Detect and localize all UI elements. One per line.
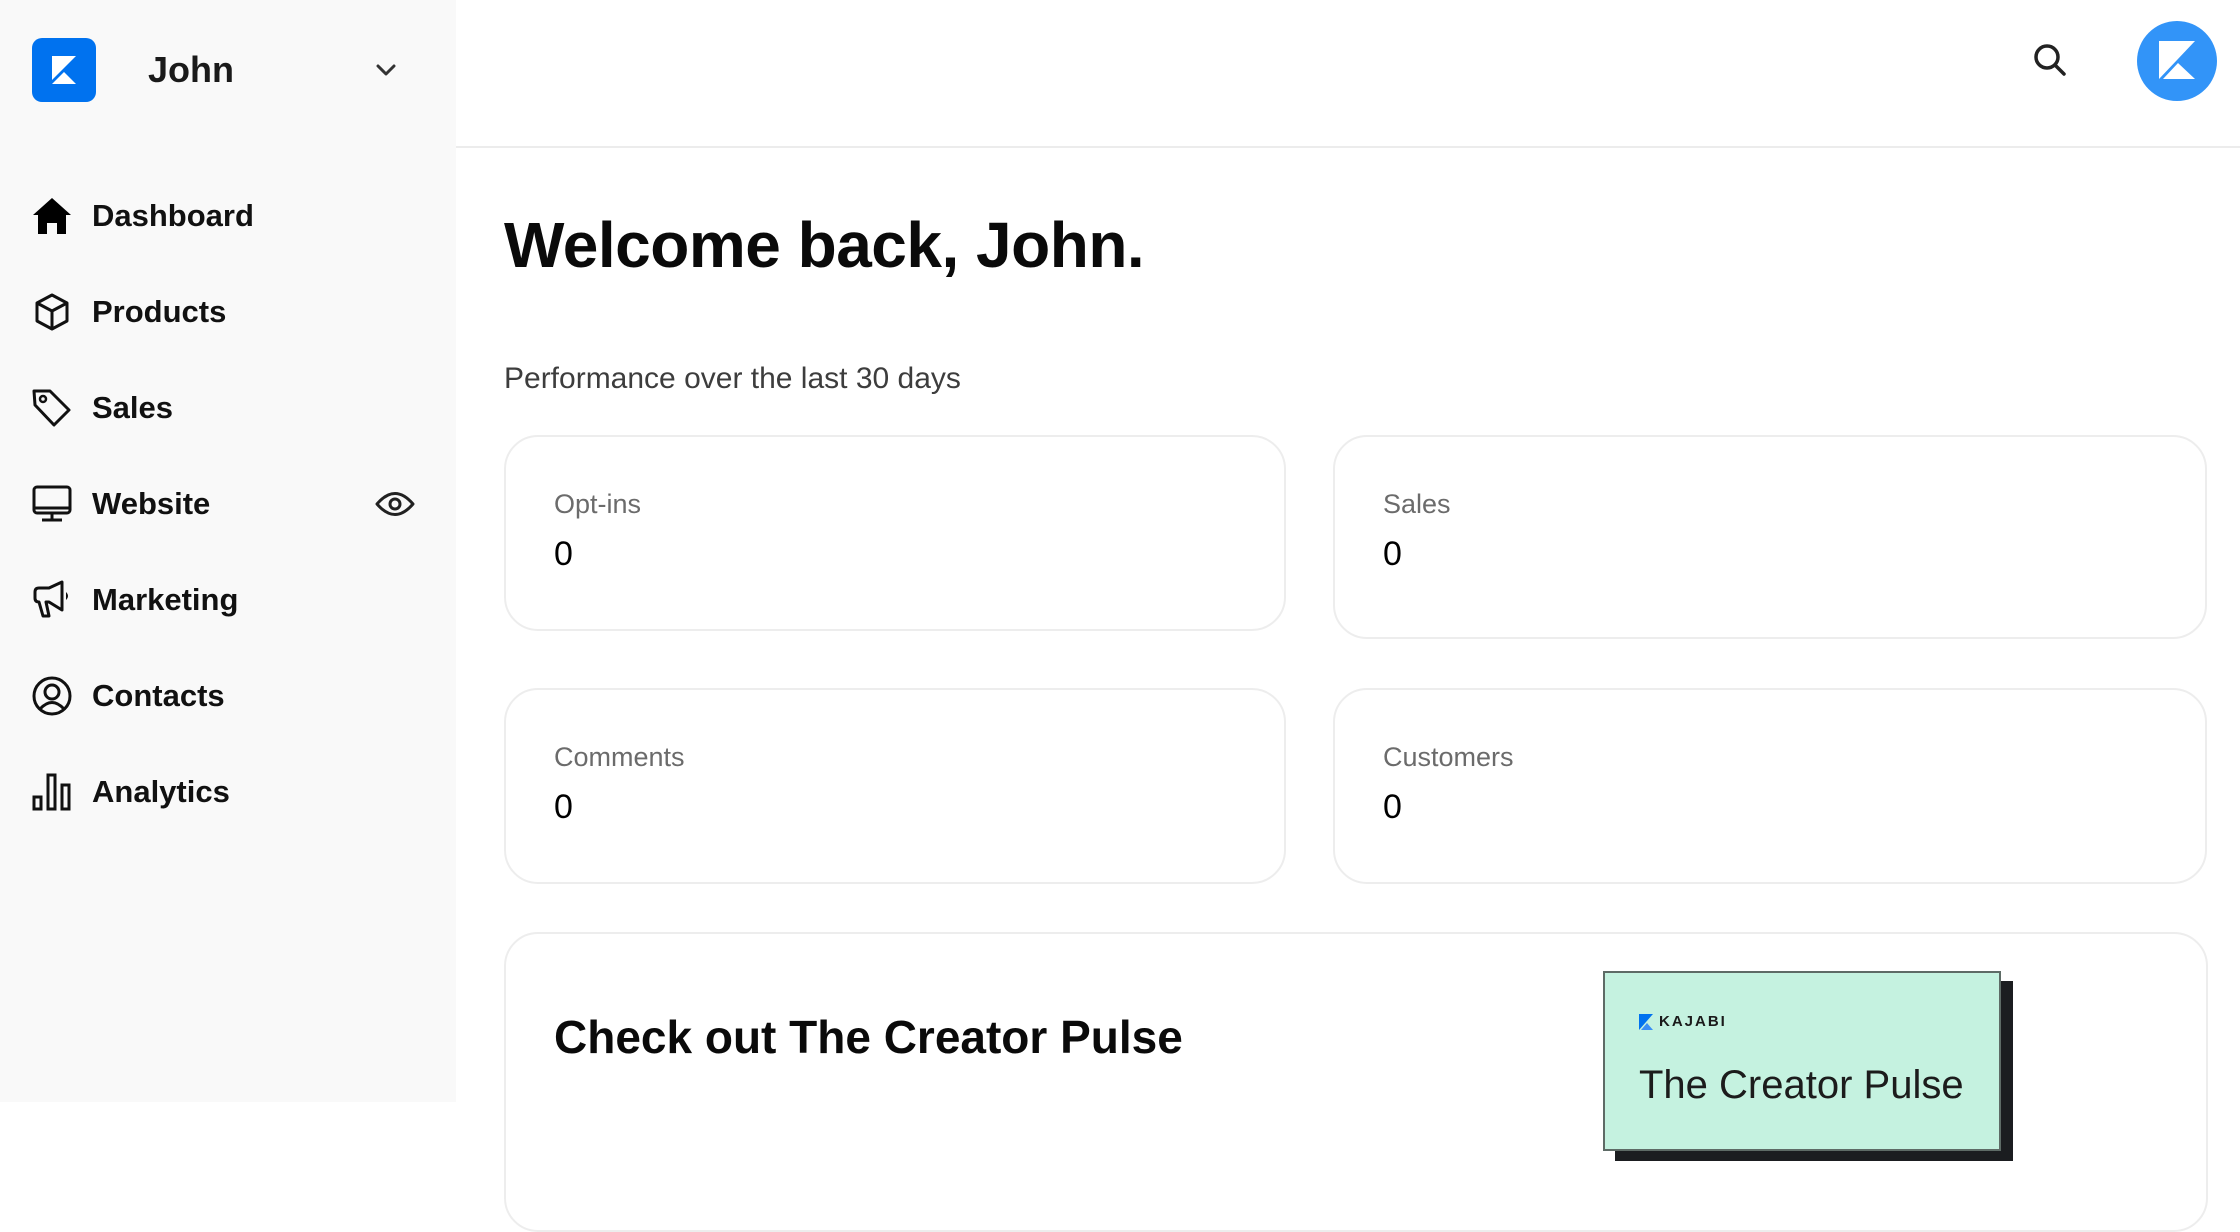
sidebar-item-label: Website <box>92 486 211 521</box>
metric-value: 0 <box>1383 788 1402 826</box>
creator-pulse-card[interactable]: Check out The Creator Pulse KAJABI The C… <box>504 932 2208 1232</box>
sidebar-item-label: Dashboard <box>92 198 254 233</box>
metric-value: 0 <box>554 535 573 573</box>
sidebar-nav: Dashboard Products Sales Website Marketi… <box>0 180 456 840</box>
tag-icon <box>32 388 72 428</box>
promo-thumbnail[interactable]: KAJABI The Creator Pulse <box>1603 971 2013 1161</box>
account-switcher[interactable]: John <box>32 38 432 102</box>
metric-label: Comments <box>554 742 685 772</box>
sidebar-item-sales[interactable]: Sales <box>0 360 456 456</box>
sidebar-item-analytics[interactable]: Analytics <box>0 744 456 840</box>
kajabi-logo-icon <box>32 38 96 102</box>
search-icon[interactable] <box>2030 40 2070 80</box>
performance-subtitle: Performance over the last 30 days <box>504 362 961 395</box>
metric-card-opt-ins[interactable]: Opt-ins 0 <box>504 435 1286 631</box>
kajabi-wordmark: KAJABI <box>1659 1013 1727 1030</box>
sidebar-item-contacts[interactable]: Contacts <box>0 648 456 744</box>
page-title: Welcome back, John. <box>504 209 1145 281</box>
kajabi-logo-icon <box>1639 1013 1653 1030</box>
metric-label: Opt-ins <box>554 489 642 519</box>
sidebar-item-products[interactable]: Products <box>0 264 456 360</box>
sidebar-item-label: Products <box>92 294 227 329</box>
sidebar-item-website[interactable]: Website <box>0 456 456 552</box>
metric-card-sales[interactable]: Sales 0 <box>1333 435 2207 639</box>
user-circle-icon <box>32 676 72 716</box>
top-bar <box>456 0 2240 148</box>
account-name: John <box>148 49 234 90</box>
sidebar-item-label: Sales <box>92 390 174 425</box>
chevron-down-icon[interactable] <box>372 56 400 84</box>
avatar[interactable] <box>2137 21 2217 101</box>
home-icon <box>32 196 72 236</box>
sidebar-item-label: Contacts <box>92 678 225 713</box>
metric-label: Sales <box>1383 489 1451 519</box>
kajabi-logo-icon <box>2159 41 2195 79</box>
metric-label: Customers <box>1383 742 1514 772</box>
sidebar-item-label: Marketing <box>92 582 239 617</box>
metric-value: 0 <box>1383 535 1402 573</box>
kajabi-brand-mark: KAJABI <box>1639 1013 1727 1030</box>
sidebar-item-dashboard[interactable]: Dashboard <box>0 168 456 264</box>
box-icon <box>32 292 72 332</box>
thumbnail-face: KAJABI The Creator Pulse <box>1603 971 2001 1151</box>
promo-title: Check out The Creator Pulse <box>554 1011 1183 1063</box>
main-content: Welcome back, John. Performance over the… <box>456 148 2240 1232</box>
eye-icon[interactable] <box>374 488 416 520</box>
sidebar: John Dashboard Products Sales Website Ma… <box>0 0 456 1102</box>
megaphone-icon <box>32 580 72 620</box>
sidebar-item-label: Analytics <box>92 774 230 809</box>
metric-card-comments[interactable]: Comments 0 <box>504 688 1286 884</box>
metric-card-customers[interactable]: Customers 0 <box>1333 688 2207 884</box>
metric-value: 0 <box>554 788 573 826</box>
sidebar-item-marketing[interactable]: Marketing <box>0 552 456 648</box>
thumbnail-title: The Creator Pulse <box>1639 1063 1964 1107</box>
bar-chart-icon <box>32 772 72 812</box>
monitor-icon <box>32 484 72 524</box>
